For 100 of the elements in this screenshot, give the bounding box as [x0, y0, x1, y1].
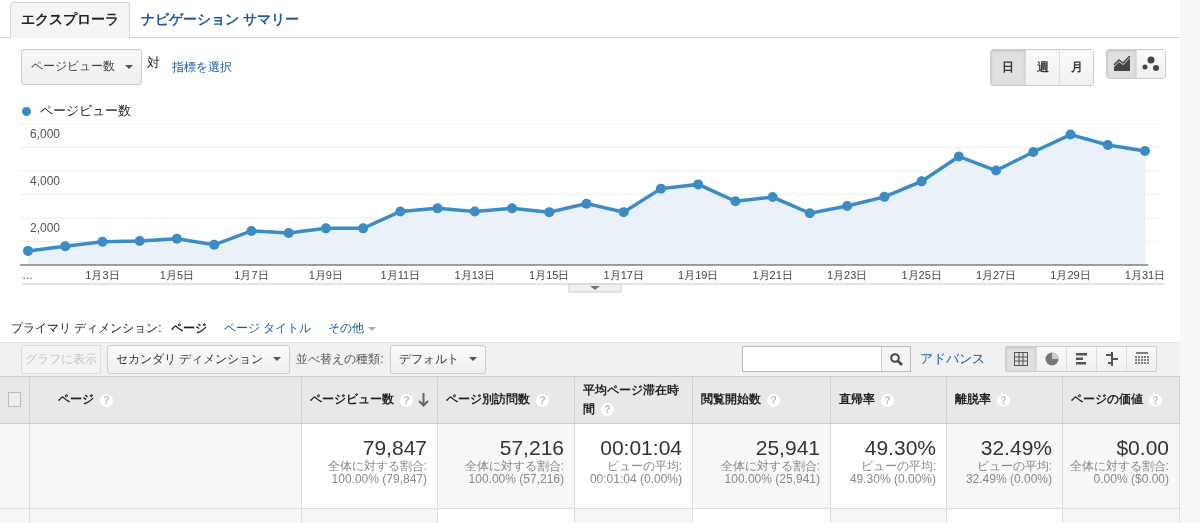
- data-point: [916, 175, 927, 186]
- period-button[interactable]: 日: [991, 49, 1025, 85]
- comparison-icon: [1104, 352, 1119, 367]
- total-detail: 100.00% (79,847): [331, 473, 427, 486]
- pie-chart-icon: [1044, 352, 1059, 367]
- data-point: [730, 195, 741, 206]
- data-point: [842, 200, 853, 211]
- x-tick-label: 1月7日: [234, 268, 269, 281]
- versus-label: 対: [147, 53, 160, 72]
- advanced-link[interactable]: アドバンス: [920, 350, 985, 369]
- total-detail: 32.49% (0.00%): [965, 473, 1052, 486]
- pivot-icon: [1134, 352, 1149, 367]
- x-tick-label: 1月3日: [85, 268, 120, 281]
- view-button[interactable]: [1066, 347, 1096, 372]
- data-point: [693, 179, 704, 189]
- total-value: 25,941: [755, 436, 820, 460]
- select-all-checkbox[interactable]: [8, 392, 21, 408]
- chart-type-button[interactable]: [1136, 49, 1165, 78]
- data-point: [358, 222, 369, 233]
- x-tick-label: 1月5日: [159, 268, 195, 281]
- total-caption: 全体に対する割合:: [327, 460, 427, 473]
- data-point: [991, 165, 1002, 176]
- column-header[interactable]: 離脱率 ?: [947, 377, 1063, 424]
- column-header[interactable]: ページビュー数 ?: [302, 377, 438, 424]
- resize-handle[interactable]: [568, 283, 622, 293]
- total-detail: 0.00% ($0.00): [1093, 473, 1169, 486]
- total-detail: 100.00% (25,941): [724, 473, 820, 486]
- period-button[interactable]: 週: [1025, 49, 1059, 85]
- tab[interactable]: エクスプローラ: [10, 1, 130, 38]
- total-value: 32.49%: [980, 436, 1052, 460]
- data-point: [507, 203, 518, 213]
- column-header[interactable]: 閲覧開始数 ?: [693, 377, 831, 424]
- data-point: [544, 206, 555, 217]
- x-tick-label: 1月19日: [678, 268, 719, 281]
- x-tick-label: …: [22, 268, 33, 281]
- view-button[interactable]: [1006, 347, 1036, 372]
- x-tick-label: 1月11日: [380, 268, 421, 281]
- total-value: 00:01:04: [600, 436, 682, 460]
- column-header[interactable]: ページの価値 ?: [1063, 377, 1180, 424]
- dimension-option[interactable]: ページ タイトル: [223, 320, 311, 338]
- column-header[interactable]: ページ ?: [30, 377, 302, 424]
- column-header[interactable]: ページ別訪問数 ?: [438, 377, 575, 424]
- data-point: [618, 206, 629, 217]
- dimension-option[interactable]: その他: [328, 320, 376, 338]
- legend-label: ページビュー数: [40, 102, 131, 121]
- y-tick-label: 2,000: [30, 220, 61, 235]
- data-point: [1140, 145, 1150, 156]
- data-point: [581, 198, 592, 209]
- data-point: [1028, 146, 1039, 157]
- primary-dimension-label: プライマリ ディメンション:: [11, 320, 162, 338]
- caret-icon: [368, 326, 376, 331]
- data-point: [804, 207, 815, 218]
- total-detail: 49.30% (0.00%): [849, 473, 936, 486]
- view-button[interactable]: [1036, 347, 1066, 372]
- column-header[interactable]: 平均ページ滞在時間 ?: [575, 377, 693, 424]
- data-point: [879, 191, 890, 202]
- data-point: [432, 203, 443, 213]
- search-button[interactable]: [881, 347, 910, 372]
- search-field[interactable]: [742, 346, 911, 373]
- data-point: [97, 236, 108, 247]
- line-chart-icon: [1112, 55, 1131, 72]
- total-caption: 全体に対する割合:: [464, 460, 564, 473]
- bar-chart-icon: [1074, 352, 1089, 367]
- caret-icon: [273, 357, 282, 362]
- data-point: [767, 191, 778, 202]
- view-button[interactable]: [1096, 347, 1126, 372]
- x-tick-label: 1月25日: [901, 268, 942, 281]
- total-value: 49.30%: [864, 436, 936, 460]
- secondary-dimension-dropdown[interactable]: セカンダリ ディメンション: [107, 344, 291, 374]
- total-caption: 全体に対する割合:: [720, 460, 820, 473]
- data-point: [655, 183, 666, 194]
- total-value: 79,847: [362, 436, 427, 460]
- bubbles-icon: [1142, 55, 1160, 72]
- sort-type-label: 並べ替えの種類:: [296, 350, 384, 368]
- x-tick-label: 1月23日: [826, 268, 868, 281]
- dimension-option[interactable]: ページ: [170, 320, 207, 338]
- x-tick-label: 1月31日: [1124, 268, 1166, 281]
- column-header[interactable]: 直帰率 ?: [831, 377, 947, 424]
- data-point: [1065, 129, 1076, 140]
- chart-type-button[interactable]: [1107, 49, 1136, 78]
- x-tick-label: 1月21日: [752, 268, 793, 281]
- x-tick-label: 1月29日: [1050, 268, 1091, 281]
- data-point: [209, 239, 220, 250]
- tab[interactable]: ナビゲーション サマリー: [130, 1, 310, 38]
- y-tick-label: 6,000: [30, 126, 61, 141]
- total-caption: 全体に対する割合:: [1069, 460, 1169, 473]
- data-point: [1102, 139, 1113, 150]
- view-button[interactable]: [1126, 347, 1156, 372]
- total-caption: ビューの平均:: [606, 460, 682, 473]
- sort-arrow-icon: [418, 393, 429, 407]
- select-metric-link[interactable]: 指標を選択: [172, 48, 232, 76]
- sort-type-dropdown[interactable]: デフォルト: [389, 344, 486, 374]
- data-point: [246, 225, 257, 236]
- total-caption: ビューの平均:: [860, 460, 936, 473]
- data-point: [171, 233, 182, 244]
- metric-dropdown[interactable]: ページビュー数: [21, 48, 142, 85]
- total-detail: 100.00% (57,216): [468, 473, 564, 486]
- x-tick-label: 1月13日: [454, 268, 495, 281]
- x-tick-label: 1月15日: [529, 268, 570, 281]
- period-button[interactable]: 月: [1059, 49, 1093, 85]
